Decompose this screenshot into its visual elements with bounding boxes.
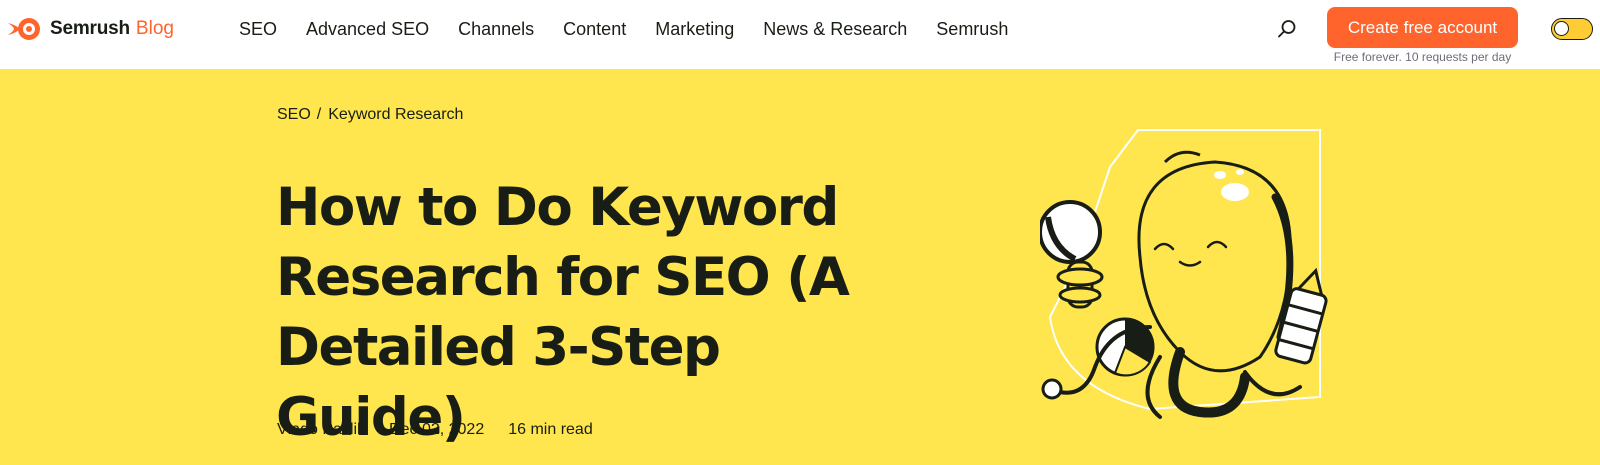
nav-item-semrush[interactable]: Semrush: [936, 19, 1008, 40]
read-time: 16 min read: [508, 421, 593, 438]
nav-item-advanced-seo[interactable]: Advanced SEO: [306, 19, 429, 40]
theme-toggle[interactable]: [1551, 18, 1593, 40]
breadcrumb: SEO / Keyword Research: [277, 106, 463, 124]
semrush-blog-logo[interactable]: Semrush Blog: [6, 14, 174, 44]
semrush-fire-logo-icon: [8, 18, 40, 40]
article-hero: SEO / Keyword Research How to Do Keyword…: [0, 69, 1600, 465]
breadcrumb-separator: /: [316, 106, 322, 123]
logo-blog-text: Blog: [135, 18, 174, 39]
search-icon[interactable]: [1276, 18, 1298, 40]
article-meta: Vlado Pavlik Dec 02, 2022 16 min read: [277, 421, 593, 439]
create-free-account-button[interactable]: Create free account: [1327, 7, 1518, 48]
nav-item-marketing[interactable]: Marketing: [655, 19, 734, 40]
publish-date: Dec 02, 2022: [389, 421, 485, 438]
nav-item-content[interactable]: Content: [563, 19, 626, 40]
article-title: How to Do Keyword Research for SEO (A De…: [276, 177, 850, 448]
nav-item-news-research[interactable]: News & Research: [763, 19, 907, 40]
author-link[interactable]: Vlado Pavlik: [277, 421, 365, 439]
nav-item-channels[interactable]: Channels: [458, 19, 534, 40]
octopus-with-magnifier-illustration: [1040, 129, 1328, 419]
toggle-knob: [1554, 21, 1569, 36]
site-header: Semrush Blog SEO Advanced SEO Channels C…: [0, 0, 1600, 69]
cta-note: Free forever. 10 requests per day: [1333, 50, 1512, 64]
nav-item-seo[interactable]: SEO: [239, 19, 277, 40]
logo-brand-text: Semrush: [50, 18, 130, 39]
main-nav: SEO Advanced SEO Channels Content Market…: [239, 16, 1037, 42]
breadcrumb-seo[interactable]: SEO: [277, 106, 311, 124]
breadcrumb-keyword-research[interactable]: Keyword Research: [328, 106, 463, 124]
